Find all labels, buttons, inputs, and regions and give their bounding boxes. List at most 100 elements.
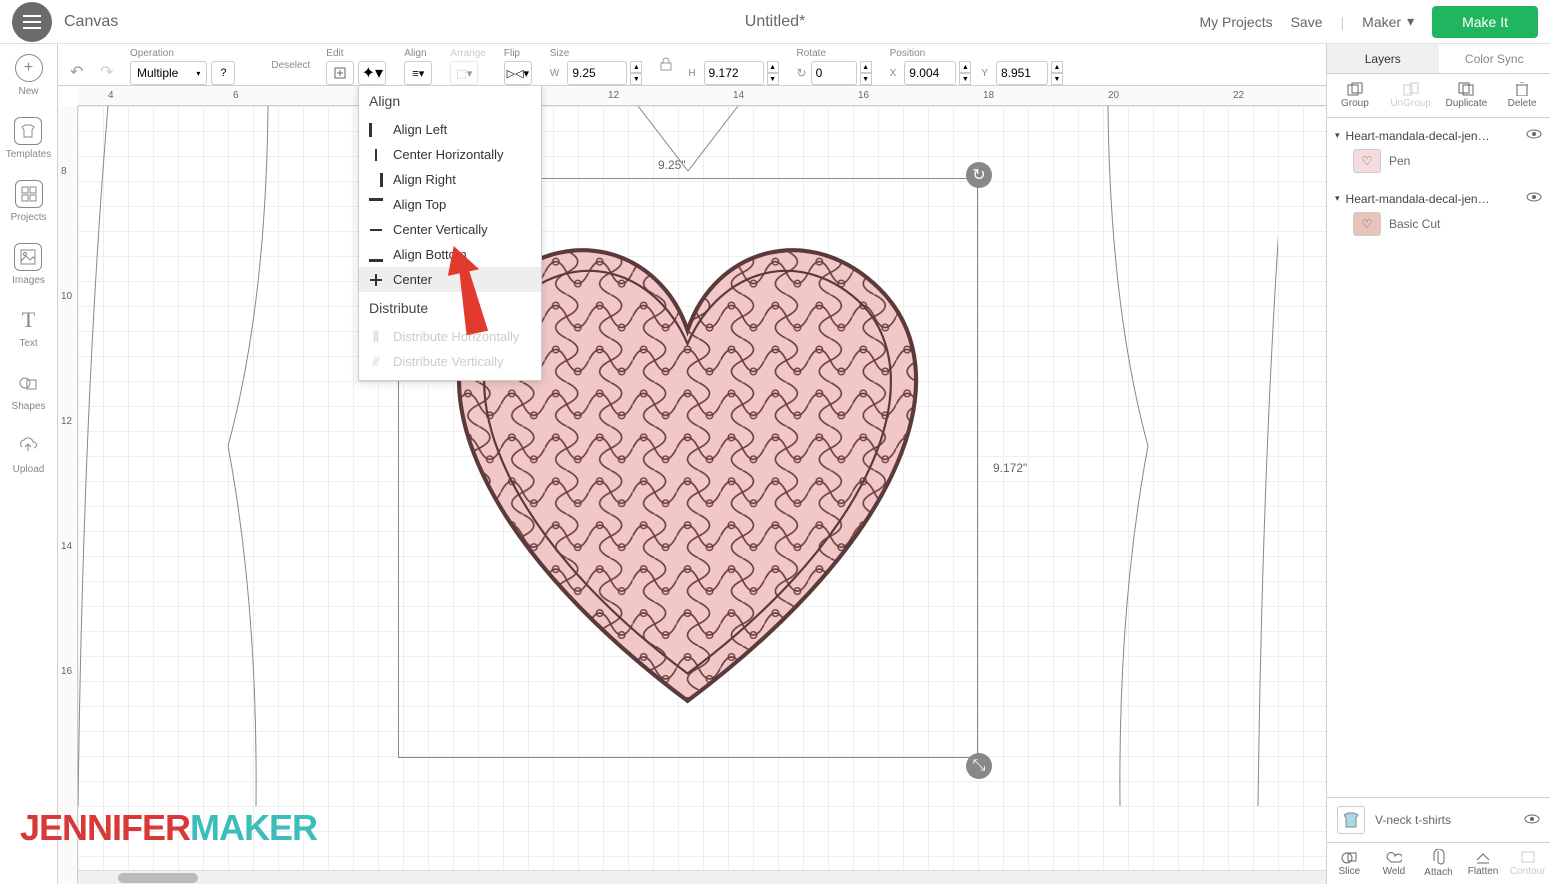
weld-icon — [1386, 850, 1402, 864]
rotate-handle[interactable]: ↻ — [966, 162, 992, 188]
make-it-button[interactable]: Make It — [1432, 6, 1538, 38]
sidebar-projects[interactable]: Projects — [10, 180, 46, 223]
panel-bottom: V-neck t-shirts Slice Weld Attach Flatte… — [1327, 797, 1550, 884]
operation-group: Operation Multiple ▾ ? — [130, 48, 235, 85]
rotate-stepper[interactable]: ▲▼ — [860, 61, 872, 85]
height-stepper[interactable]: ▲▼ — [767, 61, 779, 85]
height-input[interactable] — [704, 61, 764, 85]
rotate-input[interactable] — [811, 61, 857, 85]
visibility-toggle[interactable] — [1526, 128, 1542, 143]
x-stepper[interactable]: ▲▼ — [959, 61, 971, 85]
sublayer-item[interactable]: ♡ Pen — [1335, 143, 1542, 179]
width-dimension: 9.25" — [658, 158, 686, 172]
visibility-toggle[interactable] — [1524, 813, 1540, 828]
down-icon: ▼ — [767, 73, 779, 85]
horizontal-scrollbar[interactable] — [78, 870, 1326, 884]
visibility-toggle[interactable] — [1526, 191, 1542, 206]
sidebar-label: Upload — [13, 464, 45, 475]
offset-button[interactable] — [326, 61, 354, 85]
center-vertically-item[interactable]: Center Vertically — [359, 217, 541, 242]
flip-icon: ▷◁▾ — [507, 67, 529, 80]
sidebar-upload[interactable]: Upload — [13, 432, 45, 475]
contour-button[interactable]: Contour — [1505, 843, 1550, 884]
flatten-button[interactable]: Flatten — [1461, 843, 1506, 884]
arrange-dropdown-button[interactable]: ⬚▾ — [450, 61, 478, 85]
canvas-area[interactable]: 4 6 8 10 12 14 16 18 20 22 8 10 12 14 16 — [58, 86, 1326, 884]
height-group: H ▲▼ — [688, 48, 778, 85]
width-stepper[interactable]: ▲▼ — [630, 61, 642, 85]
ruler-vertical: 8 10 12 14 16 — [58, 106, 78, 884]
chevron-down-icon[interactable]: ▾ — [1335, 193, 1340, 204]
center-horizontally-item[interactable]: Center Horizontally — [359, 142, 541, 167]
undo-button[interactable]: ↶ — [70, 62, 83, 82]
weld-button[interactable]: Weld — [1372, 843, 1417, 884]
deselect-button[interactable]: Deselect — [271, 60, 310, 71]
image-icon — [14, 243, 42, 271]
scale-handle[interactable]: ⤡ — [966, 753, 992, 779]
group-icon — [1347, 82, 1363, 96]
operation-label: Operation — [130, 48, 235, 59]
align-top-item[interactable]: Align Top — [359, 192, 541, 217]
sidebar-label: Images — [12, 275, 45, 286]
sidebar-shapes[interactable]: Shapes — [12, 369, 46, 412]
align-left-item[interactable]: Align Left — [359, 117, 541, 142]
tab-color-sync[interactable]: Color Sync — [1439, 44, 1550, 73]
annotation-arrow-icon — [443, 244, 503, 344]
canvas-label: Canvas — [64, 13, 118, 31]
tick: 22 — [1233, 90, 1244, 101]
tick: 6 — [233, 90, 239, 101]
menu-button[interactable] — [12, 2, 52, 42]
group-button[interactable]: Group — [1327, 74, 1383, 117]
duplicate-button[interactable]: Duplicate — [1439, 74, 1495, 117]
flip-dropdown-button[interactable]: ▷◁▾ — [504, 61, 532, 85]
tick: 4 — [108, 90, 114, 101]
machine-dropdown[interactable]: Maker ▾ — [1362, 13, 1414, 30]
align-dropdown-button[interactable]: ≡▾ — [404, 61, 432, 85]
y-stepper[interactable]: ▲▼ — [1051, 61, 1063, 85]
operation-select[interactable]: Multiple ▾ — [130, 61, 207, 85]
chevron-down-icon[interactable]: ▾ — [1335, 130, 1340, 141]
x-input[interactable] — [904, 61, 956, 85]
y-input[interactable] — [996, 61, 1048, 85]
operation-help-button[interactable]: ? — [211, 61, 235, 85]
align-right-item[interactable]: Align Right — [359, 167, 541, 192]
panel-tabs: Layers Color Sync — [1327, 44, 1550, 74]
layer-item[interactable]: ▾ Heart-mandala-decal-jen… ♡ Pen — [1327, 122, 1550, 185]
redo-button[interactable]: ↷ — [100, 62, 113, 82]
sidebar-label: Templates — [6, 149, 52, 160]
sublayer-item[interactable]: ♡ Basic Cut — [1335, 206, 1542, 242]
sidebar-templates[interactable]: Templates — [6, 117, 52, 160]
ungroup-button[interactable]: UnGroup — [1383, 74, 1439, 117]
down-icon: ▼ — [860, 73, 872, 85]
layer-thumbnail: ♡ — [1353, 212, 1381, 236]
down-icon: ▼ — [1051, 73, 1063, 85]
scrollbar-thumb[interactable] — [118, 873, 198, 883]
arrange-icon: ⬚▾ — [456, 67, 472, 80]
rotate-label: Rotate — [797, 48, 872, 59]
attach-button[interactable]: Attach — [1416, 843, 1461, 884]
bottom-actions: Slice Weld Attach Flatten Contour — [1327, 843, 1550, 884]
lock-aspect-button[interactable] — [660, 57, 672, 71]
caret-down-icon: ▾ — [196, 69, 200, 78]
document-title[interactable]: Untitled* — [745, 13, 805, 31]
save-link[interactable]: Save — [1291, 14, 1323, 30]
flip-group: Flip ▷◁▾ — [504, 48, 532, 85]
width-input[interactable] — [567, 61, 627, 85]
edit-dropdown[interactable]: ✦▾ — [358, 61, 386, 85]
w-label: W — [550, 68, 559, 79]
down-icon: ▼ — [630, 73, 642, 85]
my-projects-link[interactable]: My Projects — [1199, 14, 1272, 30]
sidebar-new[interactable]: +New — [15, 54, 43, 97]
slice-button[interactable]: Slice — [1327, 843, 1372, 884]
layer-item[interactable]: ▾ Heart-mandala-decal-jen… ♡ Basic Cut — [1327, 185, 1550, 248]
sidebar-images[interactable]: Images — [12, 243, 45, 286]
size-group: Size W ▲▼ — [550, 48, 642, 85]
tab-layers[interactable]: Layers — [1327, 44, 1439, 73]
delete-button[interactable]: Delete — [1494, 74, 1550, 117]
template-row[interactable]: V-neck t-shirts — [1327, 798, 1550, 843]
sidebar-text[interactable]: TText — [15, 306, 43, 349]
eye-icon — [1524, 813, 1540, 825]
edit-toolbar: ↶ ↷ Operation Multiple ▾ ? Deselect Edit… — [0, 44, 1550, 86]
template-name: V-neck t-shirts — [1375, 813, 1514, 827]
resize-icon: ⤡ — [973, 757, 986, 775]
